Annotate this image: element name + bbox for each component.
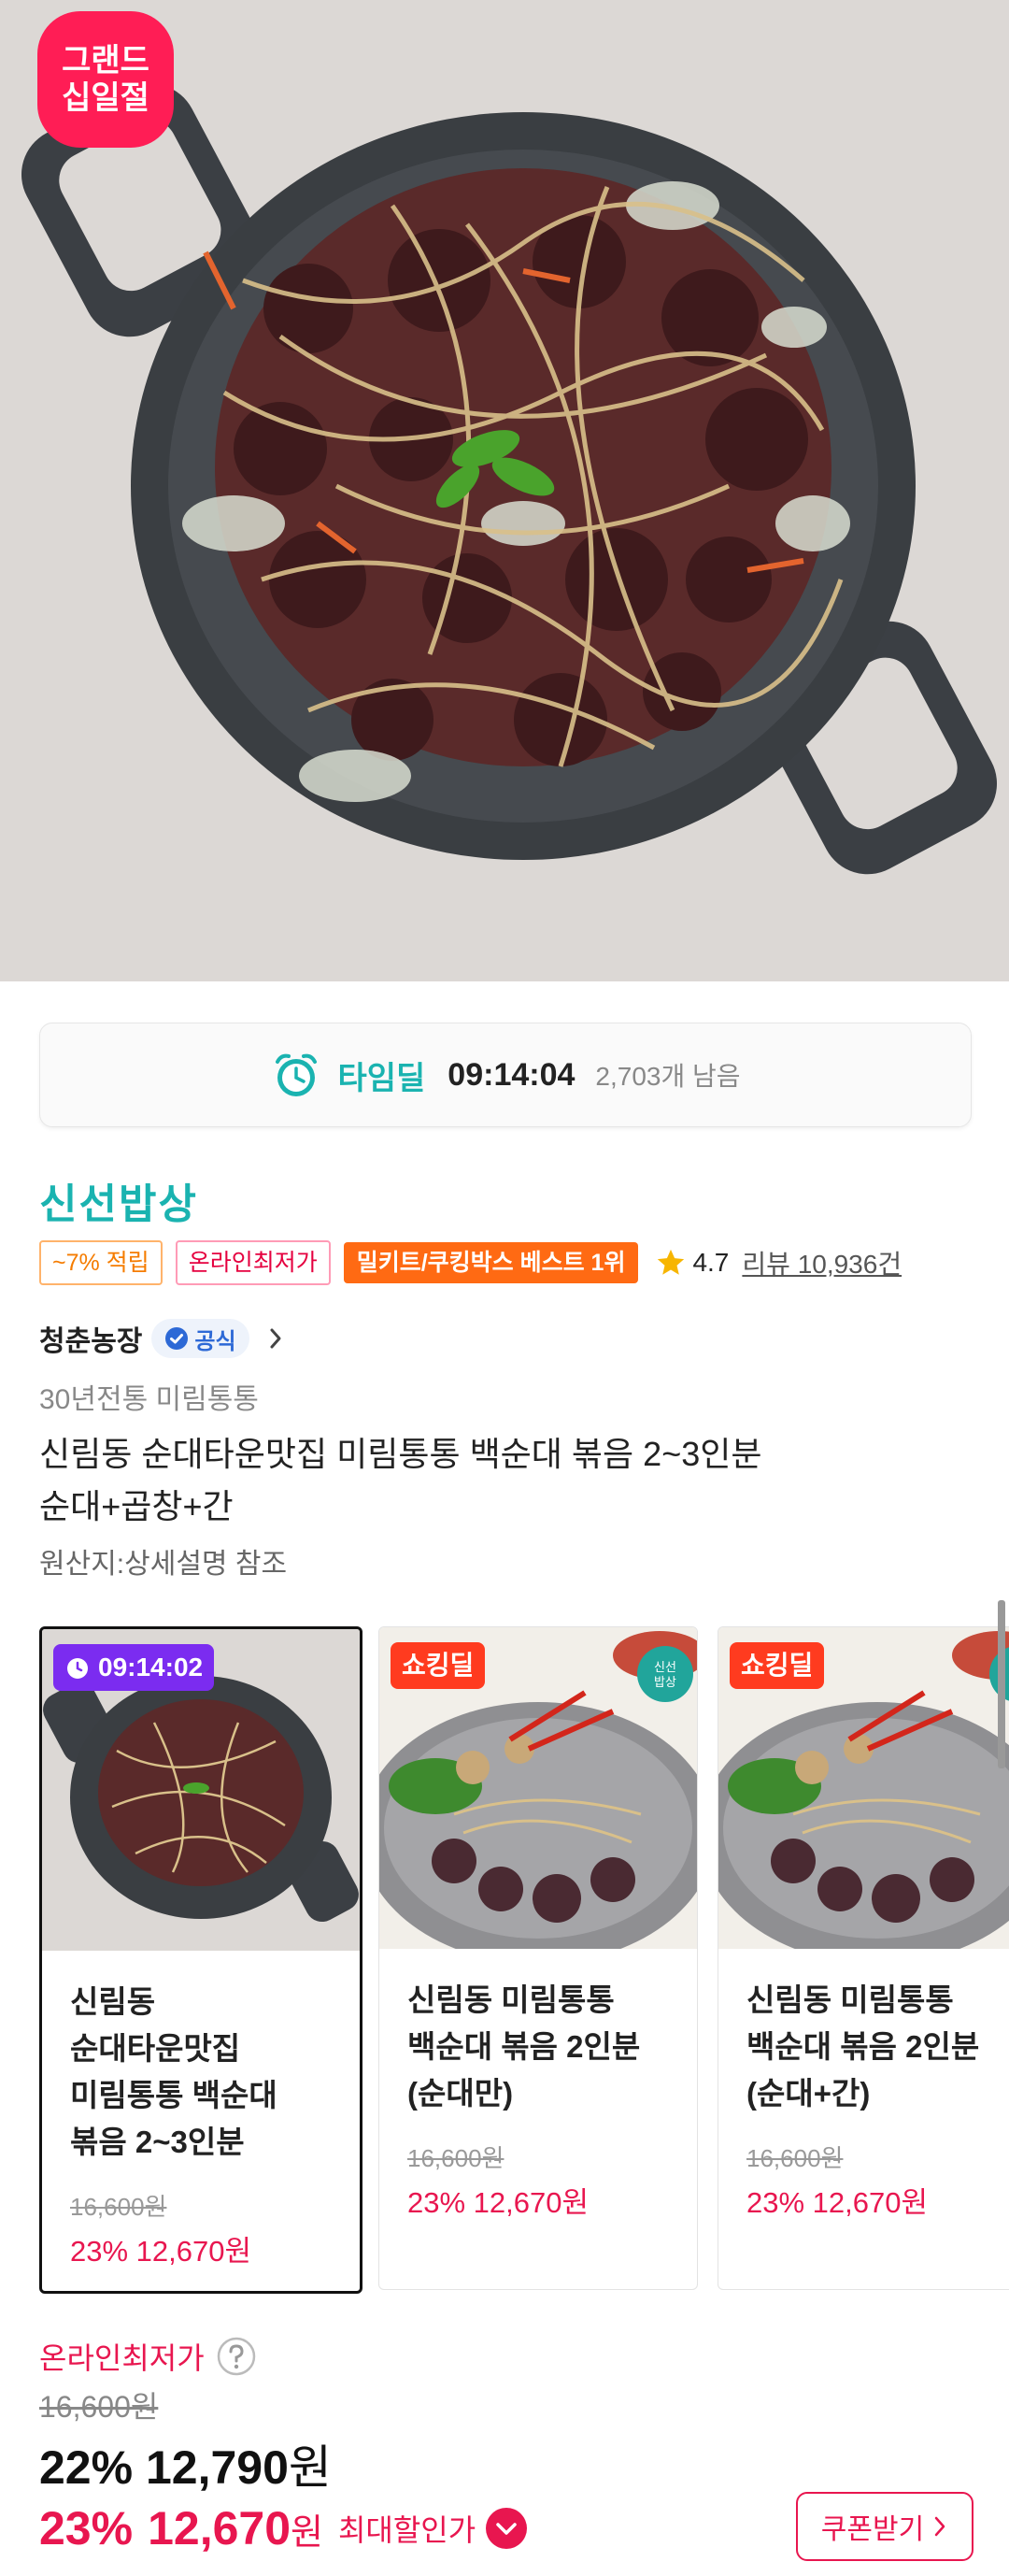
option-card[interactable]: 쇼킹딜 신림동 미림통통 백순대 볶음 2인분 (순대+간) 16,600원 2… [718,1626,1009,2290]
alarm-clock-icon [67,1658,88,1679]
option-name-line: 볶음 2~3인분 [70,2125,245,2159]
option-original-price: 16,600원 [746,2144,844,2172]
option-sale-price: 23% 12,670원 [70,2235,251,2268]
verified-check-icon [165,1327,189,1350]
product-title-line-1: 신림동 순대타운맛집 미림통통 백순대 볶음 2~3인분 [39,1435,762,1473]
stamp-line-1: 신선 [654,1661,676,1675]
lowest-price-label: 온라인최저가 [39,2335,257,2378]
chevron-right-icon [934,2516,945,2537]
lowest-price-text: 온라인최저가 [39,2341,205,2375]
option-image: 신선 밥상 쇼킹딜 [379,1627,697,1949]
scrollbar-thumb[interactable] [998,1600,1005,1768]
timedeal-label: 타임딜 [337,1060,426,1096]
option-name: 신림동 미림통통 백순대 볶음 2인분 (순대+간) [746,1977,1009,2117]
max-discount-label: 최대할인가 [337,2513,476,2547]
badge-line-1: 그랜드 [62,43,149,79]
timedeal-badge: 09:14:02 [53,1644,215,1691]
origin-info: 원산지:상세설명 참조 [39,1549,288,1580]
option-name: 신림동 순대타운맛집 미림통통 백순대 볶음 2~3인분 [70,1979,341,2166]
option-image: 09:14:02 [42,1629,360,1951]
won-unit: 원 [291,2512,323,2553]
option-name-line: 신림동 미림통통 [407,1982,615,2017]
discount-amount: 12,790 [145,2441,289,2494]
chevron-right-icon[interactable] [264,1324,287,1352]
star-icon [658,1249,685,1275]
timedeal-badge-timer: 09:14:02 [98,1653,204,1682]
max-discount-price[interactable]: 23% 12,670 원 최대할인가 [39,2501,528,2555]
coupon-label: 쿠폰받기 [820,2514,925,2545]
option-sale-price: 23% 12,670원 [407,2186,589,2219]
option-name-line: 미림통통 백순대 [70,2078,277,2112]
option-name-line: 백순대 볶음 2인분 [407,2029,641,2064]
option-name-line: 신림동 미림통통 [746,1982,954,2017]
option-card[interactable]: 09:14:02 신림동 순대타운맛집 미림통통 백순대 볶음 2~3인분 16… [39,1626,362,2294]
option-original-price: 16,600원 [70,2193,167,2221]
option-name-line: 순대타운맛집 [70,2031,241,2066]
option-name: 신림동 미림통통 백순대 볶음 2인분 (순대만) [407,1977,678,2117]
seller-name[interactable]: 청춘농장 [39,1318,142,1359]
option-image: 쇼킹딜 [718,1627,1009,1949]
shocking-deal-badge: 쇼킹딜 [730,1642,825,1689]
best-rank-tag[interactable]: 밀키트/쿠킹박스 베스트 1위 [343,1242,639,1283]
coupon-button[interactable]: 쿠폰받기 [796,2492,973,2561]
points-tag: ~7% 적립 [39,1240,163,1285]
won-unit: 원 [288,2441,332,2494]
official-badge: 공식 [151,1319,249,1358]
option-carousel[interactable]: 09:14:02 신림동 순대타운맛집 미림통통 백순대 볶음 2~3인분 16… [39,1626,1009,2294]
lowest-price-tag: 온라인최저가 [175,1240,331,1285]
option-sale-price: 23% 12,670원 [746,2186,928,2219]
product-subtitle: 30년전통 미림통통 [39,1384,259,1415]
option-name-line: 신림동 [70,1984,156,2019]
seller-row[interactable]: 청춘농장 공식 [39,1318,287,1359]
max-discount-amount: 12,670 [148,2502,291,2555]
shocking-deal-badge: 쇼킹딜 [391,1642,486,1689]
chevron-down-icon[interactable] [485,2507,528,2550]
option-name-line: (순대+간) [746,2076,871,2111]
food-pan-illustration [21,83,998,875]
grand-11st-badge: 그랜드 십일절 [37,11,174,148]
max-discount-percent: 23% [39,2502,134,2555]
alarm-clock-icon [276,1053,318,1096]
discount-price: 22% 12,790원 [39,2430,332,2497]
original-price: 16,600원 [39,2390,159,2424]
rating-value: 4.7 [692,1248,730,1277]
product-hero-image[interactable]: 그랜드 십일절 [0,0,1009,981]
option-name-line: (순대만) [407,2076,514,2111]
option-card[interactable]: 신선 밥상 쇼킹딜 신림동 미림통통 백순대 볶음 2인분 (순대만) 16,6… [378,1626,698,2290]
timedeal-bar: 타임딜 09:14:04 2,703개 남음 [39,1023,972,1127]
option-original-price: 16,600원 [407,2144,504,2172]
product-title: 신림동 순대타운맛집 미림통통 백순대 볶음 2~3인분 순대+곱창+간 [39,1428,973,1533]
help-question-icon[interactable] [216,2336,257,2377]
review-link[interactable]: 리뷰 10,936건 [742,1244,902,1281]
timedeal-timer: 09:14:04 [448,1056,576,1093]
badge-line-2: 십일절 [62,80,149,116]
official-label: 공식 [194,1328,236,1354]
timedeal-remaining: 2,703개 남음 [595,1062,741,1091]
stamp-line-2: 밥상 [654,1676,676,1690]
discount-percent: 22% [39,2441,134,2494]
tag-row: ~7% 적립 온라인최저가 밀키트/쿠킹박스 베스트 1위 4.7 리뷰 10,… [39,1240,902,1285]
option-name-line: 백순대 볶음 2인분 [746,2029,980,2064]
brand-name[interactable]: 신선밥상 [39,1170,198,1230]
product-title-line-2: 순대+곱창+간 [39,1487,234,1525]
